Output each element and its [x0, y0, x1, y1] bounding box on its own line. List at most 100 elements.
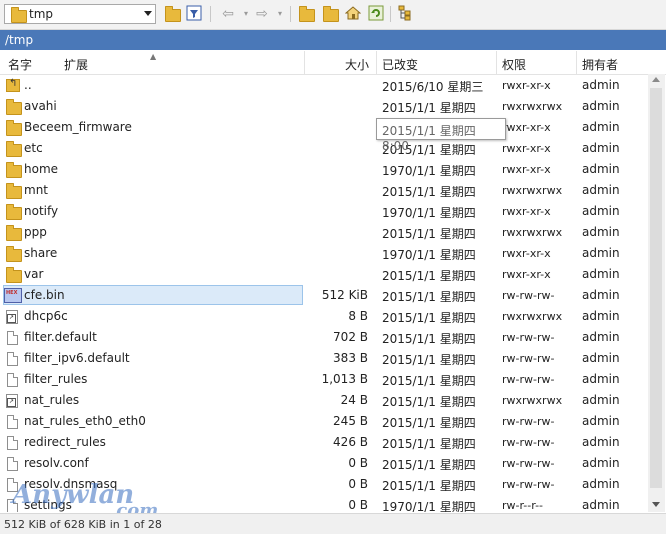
- file-rights: rw-rw-rw-: [502, 289, 555, 302]
- file-row[interactable]: ppp 2015/1/1 星期四 rwxrwxrwx admin: [0, 222, 662, 243]
- file-row[interactable]: ↗ dhcp6c 8 B 2015/1/1 星期四 rwxrwxrwx admin: [0, 306, 662, 327]
- file-rights: rw-rw-rw-: [502, 352, 555, 365]
- file-row[interactable]: redirect_rules 426 B 2015/1/1 星期四 rw-rw-rw-…: [0, 432, 662, 453]
- file-changed: 1970/1/1 星期四: [382, 164, 476, 178]
- file-name: ppp: [24, 225, 47, 239]
- file-rights: rwxrwxrwx: [502, 100, 563, 113]
- file-changed: 2015/1/1 星期四: [382, 185, 476, 199]
- column-divider[interactable]: [304, 51, 305, 74]
- column-changed-header[interactable]: 已改变: [382, 56, 418, 73]
- file-row[interactable]: ↰.. 2015/6/10 星期三 rwxr-xr-x admin: [0, 75, 662, 96]
- file-rights: rwxr-xr-x: [502, 142, 551, 155]
- date-tooltip: 2015/1/1 星期四 8:00: [376, 118, 506, 153]
- file-owner: admin: [582, 393, 620, 407]
- parent-dir-icon[interactable]: [296, 5, 316, 23]
- file-owner: admin: [582, 414, 620, 428]
- file-row[interactable]: filter.default 702 B 2015/1/1 星期四 rw-rw-rw-…: [0, 327, 662, 348]
- file-changed: 2015/6/10 星期三: [382, 80, 484, 94]
- tree-view-icon[interactable]: [396, 5, 416, 23]
- scrollbar-thumb[interactable]: [650, 88, 662, 488]
- scroll-down-icon[interactable]: [652, 502, 660, 507]
- file-size: 0 B: [348, 477, 368, 491]
- file-owner: admin: [582, 225, 620, 239]
- file-changed: 2015/1/1 星期四: [382, 437, 476, 451]
- column-ext-header[interactable]: 扩展: [64, 56, 88, 73]
- file-rights: rw-rw-rw-: [502, 373, 555, 386]
- file-size: 512 KiB: [321, 288, 368, 302]
- file-row[interactable]: avahi 2015/1/1 星期四 rwxrwxrwx admin: [0, 96, 662, 117]
- file-rights: rwxr-xr-x: [502, 163, 551, 176]
- date-tooltip-text: 2015/1/1 星期四 8:00: [382, 124, 476, 153]
- file-owner: admin: [582, 183, 620, 197]
- file-row[interactable]: Beceem_firmware rwxr-xr-x admin: [0, 117, 662, 138]
- file-changed: 1970/1/1 星期四: [382, 248, 476, 262]
- file-row[interactable]: filter_ipv6.default 383 B 2015/1/1 星期四 rw-r…: [0, 348, 662, 369]
- column-owner-header[interactable]: 拥有者: [582, 56, 618, 73]
- file-changed: 2015/1/1 星期四: [382, 479, 476, 493]
- root-dir-icon[interactable]: [320, 5, 340, 23]
- refresh-icon[interactable]: [366, 5, 386, 23]
- file-rights: rwxr-xr-x: [502, 121, 551, 134]
- file-owner: admin: [582, 267, 620, 281]
- file-owner: admin: [582, 99, 620, 113]
- file-size: 702 B: [333, 330, 368, 344]
- column-divider[interactable]: [496, 51, 497, 74]
- file-rights: rw-rw-rw-: [502, 436, 555, 449]
- file-name: home: [24, 162, 59, 176]
- file-rights: rw-rw-rw-: [502, 457, 555, 470]
- column-name-header[interactable]: 名字: [8, 56, 32, 73]
- file-name: notify: [24, 204, 59, 218]
- column-divider[interactable]: [376, 51, 377, 74]
- chevron-down-icon[interactable]: ▾: [270, 5, 290, 23]
- back-icon[interactable]: ⇦: [218, 5, 238, 23]
- file-changed: 2015/1/1 星期四: [382, 416, 476, 430]
- file-owner: admin: [582, 120, 620, 134]
- file-size: 8 B: [348, 309, 368, 323]
- toolbar-separator: [290, 6, 291, 22]
- file-owner: admin: [582, 456, 620, 470]
- file-name: nat_rules: [24, 393, 80, 407]
- file-list: ↰.. 2015/6/10 星期三 rwxr-xr-x admin avahi 2015/…: [0, 75, 662, 512]
- file-row[interactable]: etc 2015/1/1 星期四 rwxr-xr-x admin: [0, 138, 662, 159]
- file-size: 24 B: [340, 393, 368, 407]
- file-name: filter_rules: [24, 372, 88, 386]
- file-owner: admin: [582, 351, 620, 365]
- path-combobox-value: tmp: [29, 7, 54, 21]
- chevron-down-icon[interactable]: [144, 11, 152, 16]
- open-folder-icon[interactable]: [162, 5, 182, 23]
- file-row[interactable]: share 1970/1/1 星期四 rwxr-xr-x admin: [0, 243, 662, 264]
- column-size-header[interactable]: 大小: [345, 56, 369, 73]
- file-row[interactable]: nat_rules_eth0_eth0 245 B 2015/1/1 星期四 rw-r…: [0, 411, 662, 432]
- file-row[interactable]: ↗ nat_rules 24 B 2015/1/1 星期四 rwxrwxrwx admin: [0, 390, 662, 411]
- file-changed: 1970/1/1 星期四: [382, 206, 476, 220]
- column-rights-header[interactable]: 权限: [502, 56, 526, 73]
- sort-ascending-icon: ▲: [150, 52, 157, 61]
- toolbar: tmp ⇦ ▾ ⇨ ▾: [0, 0, 666, 30]
- file-row[interactable]: filter_rules 1,013 B 2015/1/1 星期四 rw-rw-rw-…: [0, 369, 662, 390]
- forward-icon[interactable]: ⇨: [252, 5, 272, 23]
- file-changed: 2015/1/1 星期四: [382, 332, 476, 346]
- file-rights: rw-rw-rw-: [502, 478, 555, 491]
- file-row[interactable]: HEX cfe.bin 512 KiB 2015/1/1 星期四 rw-rw-rw-ad…: [0, 285, 662, 306]
- toolbar-separator: [390, 6, 391, 22]
- file-rights: rwxr-xr-x: [502, 247, 551, 260]
- file-row[interactable]: notify 1970/1/1 星期四 rwxr-xr-x admin: [0, 201, 662, 222]
- file-row[interactable]: mnt 2015/1/1 星期四 rwxrwxrwx admin: [0, 180, 662, 201]
- path-combobox[interactable]: tmp: [4, 4, 156, 24]
- home-icon[interactable]: [343, 5, 363, 23]
- file-row[interactable]: var 2015/1/1 星期四 rwxr-xr-x admin: [0, 264, 662, 285]
- filter-icon[interactable]: [184, 5, 204, 23]
- file-owner: admin: [582, 435, 620, 449]
- file-rights: rwxrwxrwx: [502, 184, 563, 197]
- file-row[interactable]: resolv.conf 0 B 2015/1/1 星期四 rw-rw-rw-admin: [0, 453, 662, 474]
- current-path-bar: /tmp: [0, 30, 666, 50]
- file-changed: 1970/1/1 星期四: [382, 500, 476, 512]
- scroll-up-icon[interactable]: [652, 77, 660, 82]
- file-changed: 2015/1/1 星期四: [382, 374, 476, 388]
- file-row[interactable]: home 1970/1/1 星期四 rwxr-xr-x admin: [0, 159, 662, 180]
- file-rights: rw-rw-rw-: [502, 415, 555, 428]
- file-rights: rwxr-xr-x: [502, 79, 551, 92]
- file-size: 0 B: [348, 456, 368, 470]
- vertical-scrollbar[interactable]: [648, 74, 665, 512]
- column-divider[interactable]: [576, 51, 577, 74]
